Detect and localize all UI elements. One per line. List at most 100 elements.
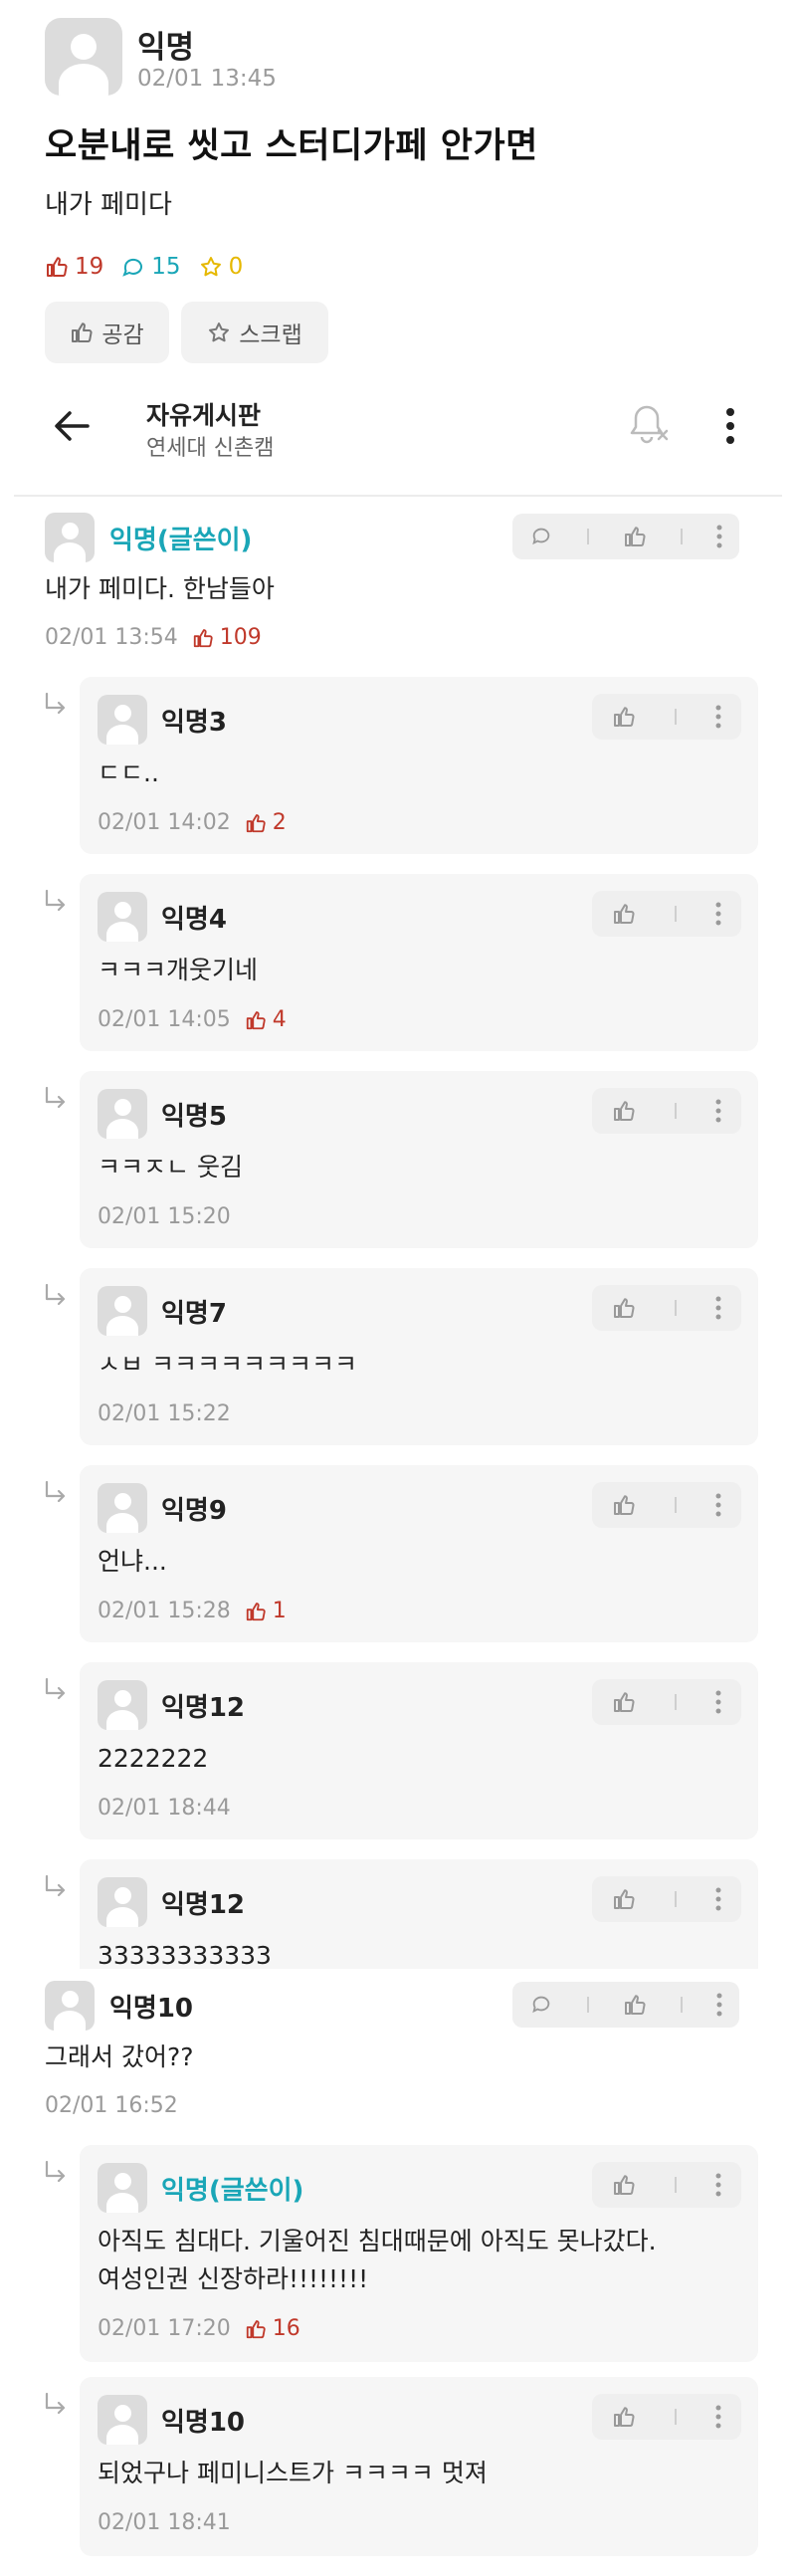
reply-meta: 02/01 18:44: [98, 1796, 231, 1821]
reply-controls: [592, 1482, 741, 1528]
thumbs-up-icon[interactable]: [612, 1493, 636, 1517]
reply-time: 02/01 18:41: [98, 2510, 231, 2535]
reply-like-count: 1: [272, 1599, 287, 1623]
reply-text: 아직도 침대다. 기울어진 침대때문에 아직도 못나갔다. 여성인권 신장하라!…: [98, 2227, 657, 2293]
reply-time: 02/01 17:20: [98, 2316, 231, 2341]
thumbs-up-icon[interactable]: [612, 1690, 636, 1714]
comment-avatar: [98, 1877, 147, 1927]
reply-controls: [592, 1285, 741, 1331]
reply-text: ㅋㅋㅋ개웃기네: [98, 956, 259, 984]
comment-avatar: [98, 1089, 147, 1139]
reply-author: 익명3: [161, 708, 227, 738]
reply-author: 익명12: [161, 1693, 246, 1723]
reply-text: ㅋㅋㅈㄴ 웃김: [98, 1153, 243, 1181]
reply-text: ㅅㅂ ㅋㅋㅋㅋㅋㅋㅋㅋㅋ: [98, 1350, 357, 1379]
comment-author: 익명10: [109, 1994, 194, 2024]
reply-bubble-icon[interactable]: [529, 526, 553, 547]
comment-controls: [512, 1982, 739, 2028]
reply-arrow-icon: [45, 1874, 66, 1897]
more-vertical-icon[interactable]: [716, 1993, 722, 2017]
comment-avatar: [98, 695, 147, 745]
reply-controls: [592, 694, 741, 740]
comments-list: 익명(글쓴이) 내가 페미다. 한남들아 02/01 13:54 109 익명3…: [0, 0, 796, 2576]
thumbs-up-icon[interactable]: [612, 2405, 636, 2429]
reply-arrow-icon: [45, 1283, 66, 1306]
thumbs-up-icon[interactable]: [623, 525, 647, 548]
reply-text: 언냐...: [98, 1547, 167, 1576]
reply-meta: 02/01 14:02 2: [98, 810, 287, 835]
more-vertical-icon[interactable]: [715, 2405, 721, 2429]
comment-text: 내가 페미다. 한남들아: [45, 574, 275, 603]
reply-time: 02/01 18:44: [98, 1796, 231, 1821]
comment-text: 그래서 갔어??: [45, 2042, 194, 2071]
more-vertical-icon[interactable]: [715, 1296, 721, 1320]
thumbs-up-icon[interactable]: [612, 902, 636, 926]
thumbs-up-icon[interactable]: [612, 1099, 636, 1123]
comment-author: 익명(글쓴이): [109, 526, 253, 555]
more-vertical-icon[interactable]: [715, 1493, 721, 1517]
reply-author: 익명4: [161, 905, 227, 935]
reply-bubble-icon[interactable]: [529, 1994, 553, 2016]
more-vertical-icon[interactable]: [715, 2173, 721, 2197]
reply-author: 익명10: [161, 2408, 246, 2438]
comment-avatar: [45, 1981, 95, 2031]
more-vertical-icon[interactable]: [715, 705, 721, 729]
reply-likes: 16: [245, 2316, 300, 2341]
reply-likes: 1: [245, 1599, 287, 1623]
reply-time: 02/01 14:05: [98, 1007, 231, 1032]
reply-arrow-icon: [45, 1677, 66, 1700]
comment-avatar: [98, 1483, 147, 1533]
reply-text: 2222222: [98, 1744, 209, 1773]
thumbs-up-icon: [246, 2319, 266, 2338]
more-vertical-icon[interactable]: [715, 902, 721, 926]
reply-author: 익명9: [161, 1496, 227, 1526]
more-vertical-icon[interactable]: [715, 1887, 721, 1911]
reply-controls: [592, 1679, 741, 1725]
thumbs-up-icon[interactable]: [612, 1296, 636, 1320]
comment-time: 02/01 13:54: [45, 625, 178, 650]
reply-like-count: 2: [272, 810, 287, 835]
reply-likes: 2: [245, 810, 287, 835]
comment-meta: 02/01 13:54 109: [45, 625, 262, 650]
thumbs-up-icon[interactable]: [623, 1993, 647, 2017]
reply-likes: 4: [245, 1007, 287, 1032]
thumbs-up-icon: [246, 813, 266, 832]
more-vertical-icon[interactable]: [716, 525, 722, 548]
reply-controls: [592, 2162, 741, 2208]
comment-controls: [512, 514, 739, 559]
reply-author: 익명5: [161, 1102, 227, 1132]
reply-controls: [592, 2394, 741, 2440]
reply-time: 02/01 15:22: [98, 1401, 231, 1426]
reply-text: ㄷㄷ..: [98, 758, 159, 787]
comment-likes: 109: [192, 625, 262, 650]
reply-controls: [592, 1088, 741, 1134]
comment-avatar: [98, 2163, 147, 2213]
thumbs-up-icon[interactable]: [612, 2173, 636, 2197]
reply-time: 02/01 15:20: [98, 1204, 231, 1229]
more-vertical-icon[interactable]: [715, 1099, 721, 1123]
more-vertical-icon[interactable]: [715, 1690, 721, 1714]
reply-meta: 02/01 15:22: [98, 1401, 231, 1426]
reply-arrow-icon: [45, 1086, 66, 1109]
reply-arrow-icon: [45, 889, 66, 912]
reply-meta: 02/01 17:20 16: [98, 2316, 300, 2341]
thumbs-up-icon[interactable]: [612, 705, 636, 729]
reply-text: 되었구나 페미니스트가 ㅋㅋㅋㅋ 멋져: [98, 2459, 488, 2487]
reply-meta: 02/01 18:41: [98, 2510, 231, 2535]
reply-text: 33333333333: [98, 1941, 272, 1970]
reply-like-count: 16: [272, 2316, 300, 2341]
reply-author: 익명7: [161, 1299, 227, 1329]
reply-arrow-icon: [45, 692, 66, 715]
reply-like-count: 4: [272, 1007, 287, 1032]
thumbs-up-icon: [246, 1602, 266, 1620]
reply-arrow-icon: [45, 2160, 66, 2183]
comment-avatar: [98, 892, 147, 942]
comment-avatar: [98, 2395, 147, 2445]
thumbs-up-icon[interactable]: [612, 1887, 636, 1911]
thumbs-up-icon: [246, 1010, 266, 1029]
reply-author: 익명12: [161, 1890, 246, 1920]
reply-time: 02/01 15:28: [98, 1599, 231, 1623]
reply-controls: [592, 891, 741, 937]
thumbs-up-icon: [193, 628, 213, 647]
reply-author: 익명(글쓴이): [161, 2176, 304, 2206]
